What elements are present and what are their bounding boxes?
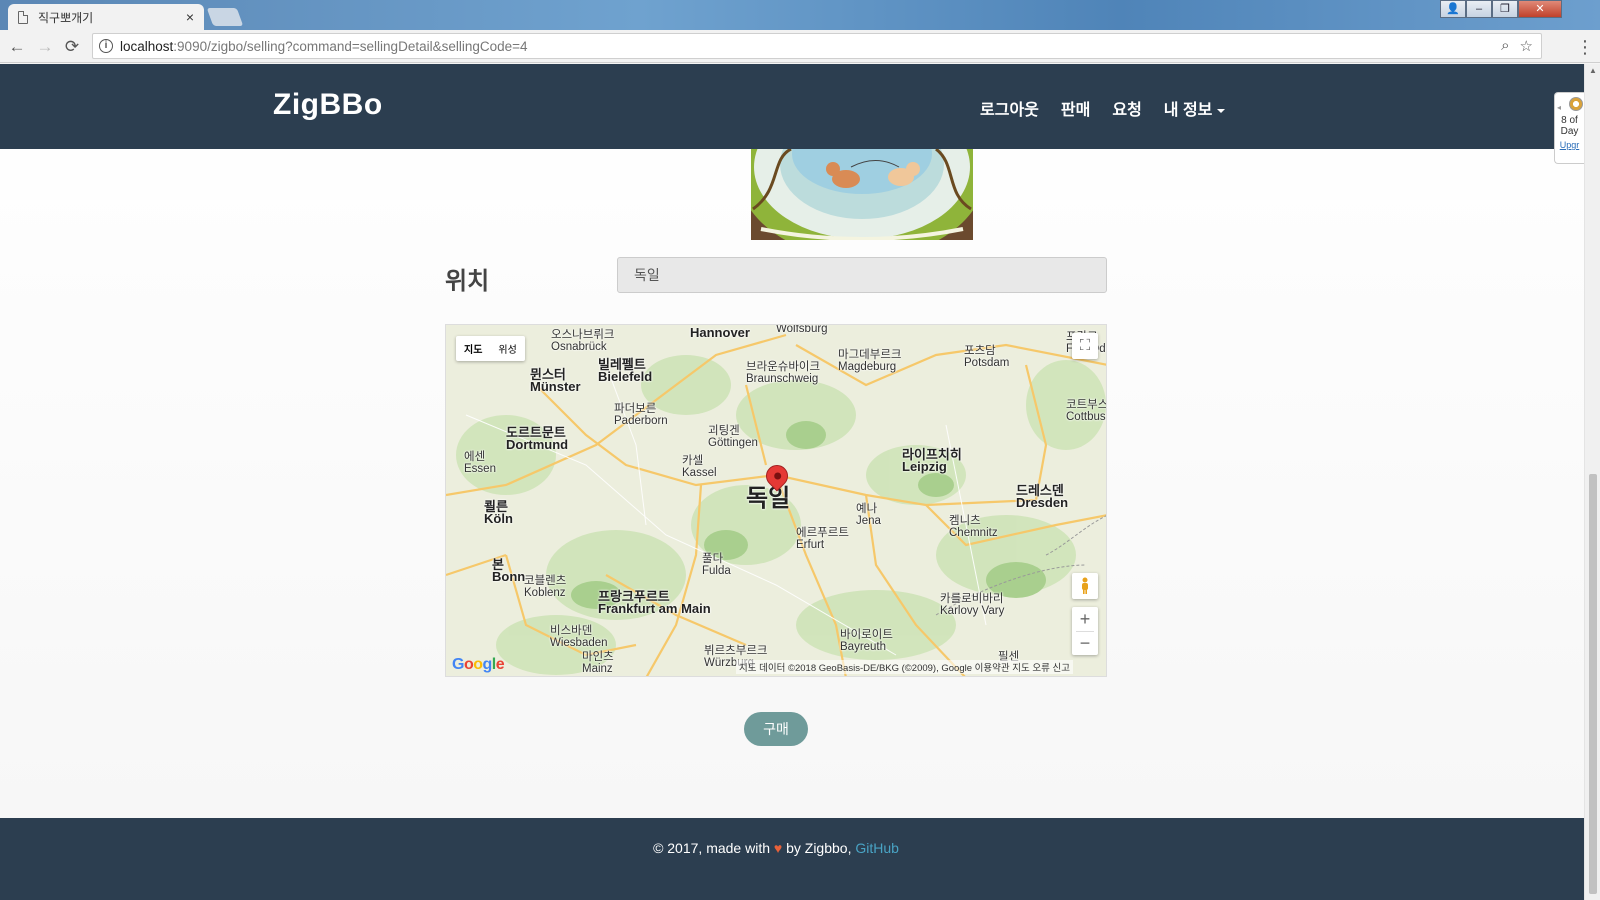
url-path: :9090/zigbo/selling?command=sellingDetai… (173, 38, 528, 54)
zoom-in-button[interactable]: + (1072, 607, 1098, 631)
reload-icon[interactable]: ⟳ (61, 36, 83, 58)
page-scrollbar[interactable]: ▲ (1584, 64, 1600, 900)
nav-selling[interactable]: 판매 (1061, 96, 1090, 120)
site-navbar: ZigBBo 로그아웃 판매 요청 내 정보 (0, 64, 1584, 149)
address-bar[interactable]: i localhost:9090/zigbo/selling?command=s… (92, 33, 1542, 59)
site-info-icon[interactable]: i (99, 39, 113, 53)
map-label-braunschweig: 브라운슈바이크 Braunschweig (746, 361, 821, 385)
tab-close-icon[interactable]: × (186, 9, 194, 25)
map-type-satellite-button[interactable]: 위성 (490, 336, 524, 361)
heart-icon: ♥ (773, 840, 783, 856)
nav-links: 로그아웃 판매 요청 내 정보 (980, 96, 1247, 120)
buy-button[interactable]: 구매 (744, 712, 808, 746)
zoom-control: + − (1072, 607, 1098, 655)
browser-tab[interactable]: 직구뽀개기 × (8, 4, 204, 30)
zoom-out-button[interactable]: − (1072, 632, 1098, 655)
google-logo: Google (452, 656, 505, 673)
map-label-potsdam: 포츠담 Potsdam (964, 345, 1010, 369)
map-label-frankfurt: 프랑크푸르트 Frankfurt am Main (598, 589, 711, 616)
bookmark-star-icon[interactable]: ☆ (1520, 37, 1533, 55)
nav-my-info-label: 내 정보 (1163, 102, 1213, 119)
map-label-bielefeld: 빌레펠트 Bielefeld (598, 357, 653, 384)
map-label-cottbus: 코트부스 Cottbus (1066, 399, 1107, 423)
scrollbar-thumb[interactable] (1589, 474, 1597, 894)
page-viewport: ZigBBo 로그아웃 판매 요청 내 정보 위치 독일 오스나브뤼크 Osna… (0, 64, 1584, 900)
map-label-hannover: Hannover (690, 325, 750, 340)
map-label-goettingen: 괴팅겐 Göttingen (708, 425, 758, 449)
map-type-map-button[interactable]: 지도 (456, 336, 490, 361)
map-attribution[interactable]: 지도 데이터 ©2018 GeoBasis-DE/BKG (©2009), Go… (736, 660, 1073, 674)
map-label-wolfsburg: Wolfsburg (776, 324, 828, 335)
restore-button[interactable]: ❐ (1492, 0, 1518, 18)
map-label-muenster: 뮌스터 Münster (530, 367, 581, 394)
nav-my-info-dropdown[interactable]: 내 정보 (1164, 96, 1226, 120)
map-label-leipzig: 라이프치히 Leipzig (902, 447, 962, 474)
forward-icon[interactable]: → (34, 36, 56, 58)
caret-down-icon (1217, 108, 1226, 113)
map-label-karlovy-vary: 카를로비바리 Karlovy Vary (940, 593, 1005, 617)
map-country-label: 독일 (746, 485, 791, 512)
nav-logout[interactable]: 로그아웃 (980, 96, 1039, 120)
pegman-icon[interactable] (1072, 573, 1098, 599)
map-label-dortmund: 도르트문트 Dortmund (506, 425, 569, 452)
map-label-bayreuth: 바이로이트 Bayreuth (840, 629, 893, 653)
map-label-mainz: 마인츠 Mainz (582, 651, 614, 675)
back-icon[interactable]: ← (6, 36, 28, 58)
new-tab-button[interactable] (206, 8, 244, 26)
url-host: localhost (120, 38, 174, 54)
browser-titlebar: 직구뽀개기 × 👤 – ❐ ✕ (0, 0, 1600, 30)
chevron-left-icon: ◂ (1557, 103, 1562, 112)
fullscreen-icon[interactable]: ⛶ (1072, 333, 1098, 359)
user-icon[interactable]: 👤 (1440, 0, 1466, 18)
browser-toolbar: ← → ⟳ i localhost:9090/zigbo/selling?com… (0, 30, 1600, 63)
map-label-chemnitz: 켐니츠 Chemnitz (949, 515, 998, 539)
map-label-koeln: 쾰른 Köln (484, 499, 513, 526)
close-window-button[interactable]: ✕ (1518, 0, 1562, 18)
page-icon (18, 10, 28, 24)
google-map[interactable]: 오스나브뤼크 Osnabrück Hannover Wolfsburg 마그데부르… (445, 324, 1107, 677)
site-footer: © 2017, made with ♥ by Zigbbo, GitHub (0, 818, 1584, 900)
map-label-fulda: 풀다 Fulda (702, 553, 731, 577)
zoom-icon[interactable]: ⌕ (1501, 37, 1509, 55)
map-label-wiesbaden: 비스바덴 Wiesbaden (550, 625, 608, 649)
extension-line2: Day (1560, 126, 1579, 137)
map-label-dresden: 드레스덴 Dresden (1016, 483, 1069, 510)
scroll-up-arrow-icon[interactable]: ▲ (1589, 66, 1597, 75)
window-controls: 👤 – ❐ ✕ (1440, 0, 1562, 20)
map-label-jena: 예나 Jena (856, 503, 881, 527)
brand-logo[interactable]: ZigBBo (273, 88, 383, 122)
minimize-button[interactable]: – (1466, 0, 1492, 18)
nav-request[interactable]: 요청 (1112, 96, 1141, 120)
map-label-erfurt: 에르푸르트 Erfurt (796, 527, 849, 551)
map-label-osnabrueck: 오스나브뤼크 Osnabrück (551, 329, 615, 353)
location-field[interactable] (617, 257, 1107, 293)
github-link[interactable]: GitHub (855, 840, 899, 856)
map-label-bonn: 본 Bonn (492, 557, 526, 584)
tab-title: 직구뽀개기 (38, 10, 94, 25)
map-type-control: 지도 위성 (456, 336, 525, 361)
product-image (751, 149, 973, 240)
extension-upgrade-link[interactable]: Upgr (1555, 140, 1584, 150)
map-label-essen: 에센 Essen (464, 451, 496, 475)
location-label: 위치 (445, 268, 490, 295)
map-label-magdeburg: 마그데부르크 Magdeburg (838, 349, 902, 373)
extension-logo-icon (1569, 97, 1583, 111)
map-label-koblenz: 코블렌츠 Koblenz (524, 575, 567, 599)
browser-menu-icon[interactable]: ⋮ (1574, 36, 1596, 58)
extension-line1: 8 of (1561, 115, 1578, 126)
map-label-kassel: 카셀 Kassel (682, 455, 717, 479)
map-label-paderborn: 파더보른 Paderborn (614, 403, 668, 427)
extension-popup[interactable]: ◂ 8 of Day Upgr (1554, 92, 1584, 164)
footer-text: © 2017, made with ♥ by Zigbbo, GitHub (653, 840, 899, 856)
